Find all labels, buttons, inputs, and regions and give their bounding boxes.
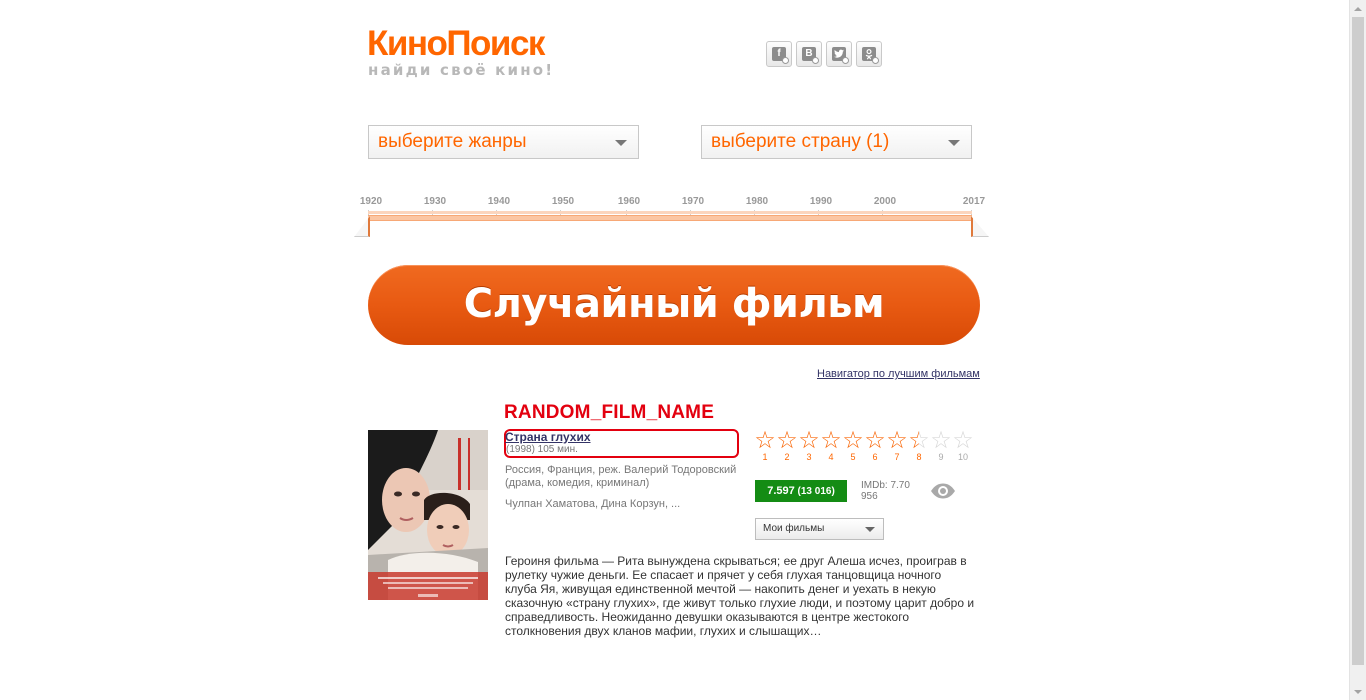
scroll-down-arrow-icon[interactable] [1350,683,1366,700]
star-icon: ☆ [930,427,952,454]
rating-star-1[interactable]: ☆ 1 [754,427,776,463]
film-poster[interactable] [368,430,488,600]
chevron-down-icon [615,140,627,146]
year-label: 1980 [745,196,769,207]
rating-star-5[interactable]: ☆ 5 [842,427,864,463]
film-year-duration: (1998) 105 мин. [506,444,578,455]
genre-select[interactable]: выберите жанры [368,125,639,159]
plus-icon [812,57,819,64]
year-label: 1950 [551,196,575,207]
year-track-selected [368,215,972,221]
logo-tagline: найди своё кино! [368,61,555,79]
year-label: 1930 [423,196,447,207]
eye-icon[interactable] [930,482,956,500]
rating-star-2[interactable]: ☆ 2 [776,427,798,463]
year-track-highlight [368,211,972,214]
film-description: Героиня фильма — Рита вынуждена скрывать… [505,554,975,638]
chevron-down-icon [948,140,960,146]
rating-star-4[interactable]: ☆ 4 [820,427,842,463]
random-film-button[interactable]: Случайный фильм [368,265,980,345]
kinopoisk-rating-value: 7.597 [767,485,795,497]
kinopoisk-rating-badge: 7.597 (13 016) [755,480,847,502]
share-odnoklassniki-button[interactable] [856,41,882,67]
year-label: 2017 [962,196,986,207]
rating-star-7[interactable]: ☆ 7 [886,427,908,463]
star-icon: ☆ [820,427,842,454]
share-facebook-button[interactable]: f [766,41,792,67]
star-icon: ☆ [864,427,886,454]
scroll-up-arrow-icon[interactable] [1350,0,1366,17]
imdb-rating: IMDb: 7.70 956 [861,480,910,502]
vertical-scrollbar[interactable] [1349,0,1366,700]
country-select[interactable]: выберите страну (1) [701,125,972,159]
year-label: 1990 [809,196,833,207]
star-icon: ☆ [798,427,820,454]
imdb-rating-value: IMDb: 7.70 [861,480,910,491]
star-icon: ☆ [842,427,864,454]
year-label: 1940 [487,196,511,207]
plus-icon [782,57,789,64]
chevron-down-icon [865,527,875,532]
film-name-marker: RANDOM_FILM_NAME [504,402,715,423]
rating-star-3[interactable]: ☆ 3 [798,427,820,463]
film-cast: Чулпан Хаматова, Дина Корзун, ... [505,498,681,510]
kinopoisk-logo[interactable]: КиноПоиск найди своё кино! [367,24,555,79]
plus-icon [872,57,879,64]
rating-star-10[interactable]: ☆ 10 [952,427,974,463]
year-to-handle[interactable] [971,216,987,238]
share-vkontakte-button[interactable]: B [796,41,822,67]
rating-star-6[interactable]: ☆ 6 [864,427,886,463]
my-films-label: Мои фильмы [763,523,825,534]
plus-icon [842,57,849,64]
year-from-handle[interactable] [354,216,370,238]
film-title-link[interactable]: Страна глухих [505,430,591,444]
star-icon: ☆ [886,427,908,454]
year-label: 2000 [873,196,897,207]
imdb-rating-votes: 956 [861,491,878,502]
year-range-slider[interactable]: 1920 1930 1940 1950 1960 1970 1980 1990 … [354,194,988,244]
film-country-director-genre: Россия, Франция, реж. Валерий Тодоровски… [505,464,737,489]
rating-star-9[interactable]: ☆ 9 [930,427,952,463]
year-label: 1920 [359,196,383,207]
country-select-value: выберите страну (1) [711,131,890,152]
share-twitter-button[interactable] [826,41,852,67]
rating-stars[interactable]: ☆ 1 ☆ 2 ☆ 3 ☆ 4 ☆ 5 ☆ 6 ☆ 7 ☆ 8 ☆ 9 ☆ 10 [754,427,974,463]
genre-select-value: выберите жанры [378,131,527,152]
star-icon: ☆ [776,427,798,454]
year-label: 1970 [681,196,705,207]
year-label: 1960 [617,196,641,207]
star-icon: ☆ [754,427,776,454]
social-share: f B [766,41,882,67]
star-icon: ☆ [952,427,974,454]
rating-star-8[interactable]: ☆ 8 [908,427,930,463]
best-films-navigator-link[interactable]: Навигатор по лучшим фильмам [817,368,980,380]
my-films-dropdown[interactable]: Мои фильмы [755,518,884,540]
star-icon: ☆ [908,427,930,454]
kinopoisk-rating-votes: (13 016) [797,486,835,497]
scrollbar-thumb[interactable] [1352,17,1364,665]
logo-name: КиноПоиск [367,24,545,63]
